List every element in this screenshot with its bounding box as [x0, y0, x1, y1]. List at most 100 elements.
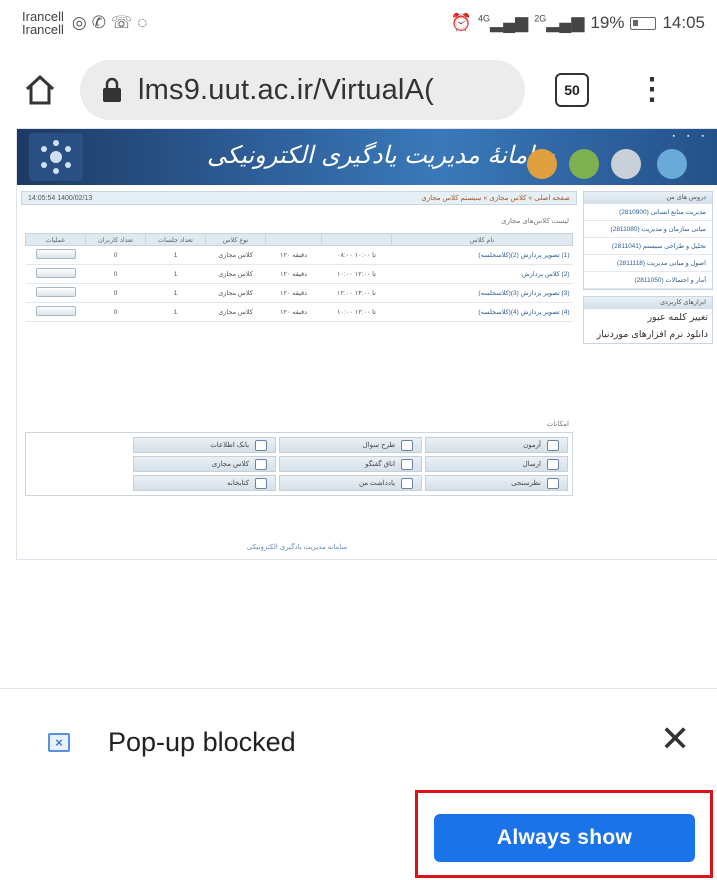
chat-icon	[401, 458, 414, 470]
tools-box: ابزارهای کاربردی تغییر کلمه عبور دانلود …	[583, 296, 713, 344]
whatsapp-icon: ✆	[91, 13, 107, 32]
date-time: 14:05:54 1400/02/13	[28, 194, 93, 202]
lock-icon	[611, 149, 641, 179]
lock-icon	[103, 77, 121, 102]
enter-class-button[interactable]	[35, 287, 76, 297]
table-row: 0 1 کلاس مجازی ۱۲۰ دقیقه ۱۲:۰۰ تا ۱۴:۰۰ …	[25, 283, 573, 303]
col-name: نام کلاس	[391, 233, 573, 246]
tool-button[interactable]: بانک اطلاعات	[133, 437, 277, 453]
question-icon	[401, 439, 414, 451]
instagram-icon: ◎	[71, 13, 87, 32]
banner-links: ▪ ▪ ▪	[673, 133, 704, 140]
tab-switcher-button[interactable]: 50	[555, 73, 589, 107]
tool-button[interactable]: ارسال	[425, 456, 568, 472]
tool-button[interactable]: یادداشت من	[279, 475, 423, 491]
popup-message: Pop-up blocked	[108, 727, 296, 757]
breadcrumb-bar: 14:05:54 1400/02/13 صفحه اصلی » کلاس مجا…	[21, 191, 577, 205]
course-table: عملیات تعداد کاربران تعداد جلسات نوع کلا…	[25, 233, 573, 322]
battery-icon	[630, 16, 657, 30]
col-sessions: تعداد جلسات	[145, 233, 206, 246]
battery-percent: 19%	[590, 13, 625, 32]
home-icon	[25, 74, 55, 105]
exam-icon	[547, 439, 559, 451]
tool-button[interactable]: کتابخانه	[133, 475, 277, 491]
sidebar-course[interactable]: تحلیل و طراحی سیستم (2811041)	[584, 238, 712, 255]
page-footer[interactable]: سامانه مدیریت یادگیری الکترونیکی	[17, 543, 577, 551]
sidebar-course[interactable]: آمار و احتمالات (2811050)	[584, 272, 712, 289]
browser-toolbar: lms9.uut.ac.ir/VirtualA( 50 ⋮	[0, 50, 717, 130]
col-users: تعداد کاربران	[85, 233, 146, 246]
banner-title: سامانهٔ مدیریت یادگیری الکترونیکی	[207, 141, 555, 169]
close-icon[interactable]: ✕	[660, 721, 690, 757]
course-name[interactable]: (4) تصویر پردازش (4)(کلاسجلسه)	[391, 302, 573, 322]
table-row: 0 1 کلاس مجازی ۱۲۰ دقیقه ۱۰:۰۰ تا ۱۲:۰۰ …	[25, 302, 573, 322]
tool-button[interactable]: طرح سوال	[279, 437, 423, 453]
col-actions: عملیات	[25, 233, 86, 246]
col-type: نوع کلاس	[205, 233, 266, 246]
tools-title: امکانات	[546, 421, 569, 428]
site-banner: سامانهٔ مدیریت یادگیری الکترونیکی ▪ ▪ ▪	[17, 129, 717, 185]
signal-1-icon: 4G▂▄▆	[477, 13, 529, 32]
tool-button[interactable]: نظرسنجی	[425, 475, 568, 491]
tools-panel: آزمون طرح سوال بانک اطلاعات ارسال اتاق گ…	[25, 432, 573, 496]
messenger-icon: ◌	[137, 13, 148, 32]
table-row: 0 1 کلاس مجازی ۱۲۰ دقیقه ۰۸:۰۰ تا ۱۰:۰۰ …	[25, 245, 573, 265]
tools-spacer	[30, 437, 130, 491]
banner-link[interactable]: ▪	[687, 133, 689, 140]
enter-class-button[interactable]	[35, 249, 76, 259]
change-password-link[interactable]: تغییر کلمه عبور	[584, 309, 712, 326]
sidebar: دروس های من مدیریت منابع انسانی (2810900…	[583, 191, 713, 551]
main-content: 14:05:54 1400/02/13 صفحه اصلی » کلاس مجا…	[21, 191, 577, 539]
network-icon	[657, 149, 687, 179]
my-courses-box: دروس های من مدیریت منابع انسانی (2810900…	[583, 191, 713, 290]
url-field[interactable]: lms9.uut.ac.ir/VirtualA(	[80, 60, 525, 120]
sidebar-course[interactable]: اصول و مبانی مدیریت (2811118)	[584, 255, 712, 272]
banner-link[interactable]: ▪	[673, 133, 675, 140]
poll-icon	[547, 477, 559, 489]
course-name[interactable]: (1) تصویر پردازش (2)(کلاسجلسه)	[391, 245, 573, 265]
popup-blocked-bar: × Pop-up blocked ✕ Always show	[0, 689, 717, 880]
side-box-header: دروس های من	[584, 192, 712, 204]
tool-button[interactable]: آزمون	[425, 437, 568, 453]
carrier-names: Irancell Irancell	[22, 10, 64, 36]
user-icon	[527, 149, 557, 179]
classroom-icon	[255, 458, 268, 470]
database-icon	[255, 439, 268, 451]
alarm-icon: ⏰	[450, 13, 472, 32]
status-bar: Irancell Irancell ◎ ✆ ☏ ◌ ⏰ 4G▂▄▆ 2G▂▄▆ …	[0, 0, 717, 46]
table-row: 0 1 کلاس مجازی ۱۲۰ دقیقه ۱۰:۰۰ تا ۱۲:۰۰ …	[25, 264, 573, 284]
download-software-link[interactable]: دانلود نرم افزارهای موردنیاز	[584, 326, 712, 343]
viber-icon: ☏	[111, 13, 133, 32]
always-show-button[interactable]: Always show	[434, 814, 695, 862]
enter-class-button[interactable]	[35, 268, 76, 278]
table-header: عملیات تعداد کاربران تعداد جلسات نوع کلا…	[25, 233, 573, 246]
signal-2-icon: 2G▂▄▆	[534, 13, 585, 32]
section-title: لیست کلاس‌های مجازی	[501, 218, 569, 225]
course-name[interactable]: (2) کلاس پردازش	[391, 264, 573, 284]
carrier-info: Irancell Irancell ◎ ✆ ☏ ◌	[22, 10, 147, 36]
library-icon	[255, 477, 268, 489]
tool-button[interactable]: کلاس مجازی	[133, 456, 277, 472]
course-name[interactable]: (3) تصویر پردازش (3)(کلاسجلسه)	[391, 283, 573, 303]
web-page: سامانهٔ مدیریت یادگیری الکترونیکی ▪ ▪ ▪ …	[16, 128, 717, 560]
sidebar-course[interactable]: مدیریت منابع انسانی (2810900)	[584, 204, 712, 221]
enter-class-button[interactable]	[35, 306, 76, 316]
send-icon	[547, 458, 559, 470]
carrier-2: Irancell	[22, 22, 64, 37]
col-duration	[265, 233, 322, 246]
col-time	[321, 233, 392, 246]
popup-blocked-icon: ×	[48, 733, 70, 752]
status-right: ⏰ 4G▂▄▆ 2G▂▄▆ 19% 14:05	[451, 13, 705, 33]
menu-icon[interactable]: ⋮	[637, 75, 667, 105]
university-logo	[29, 133, 83, 181]
email-icon	[569, 149, 599, 179]
sidebar-course[interactable]: مبانی سازمان و مدیریت (2811080)	[584, 221, 712, 238]
home-button[interactable]	[0, 50, 80, 130]
url-text: lms9.uut.ac.ir/VirtualA(	[138, 73, 434, 106]
note-icon	[401, 477, 414, 489]
banner-link[interactable]: ▪	[702, 133, 704, 140]
notification-icons: ◎ ✆ ☏ ◌	[72, 13, 147, 33]
clock: 14:05	[662, 13, 705, 32]
breadcrumb[interactable]: صفحه اصلی » کلاس مجازی » سیستم کلاس مجاز…	[421, 194, 570, 202]
tool-button[interactable]: اتاق گفتگو	[279, 456, 423, 472]
